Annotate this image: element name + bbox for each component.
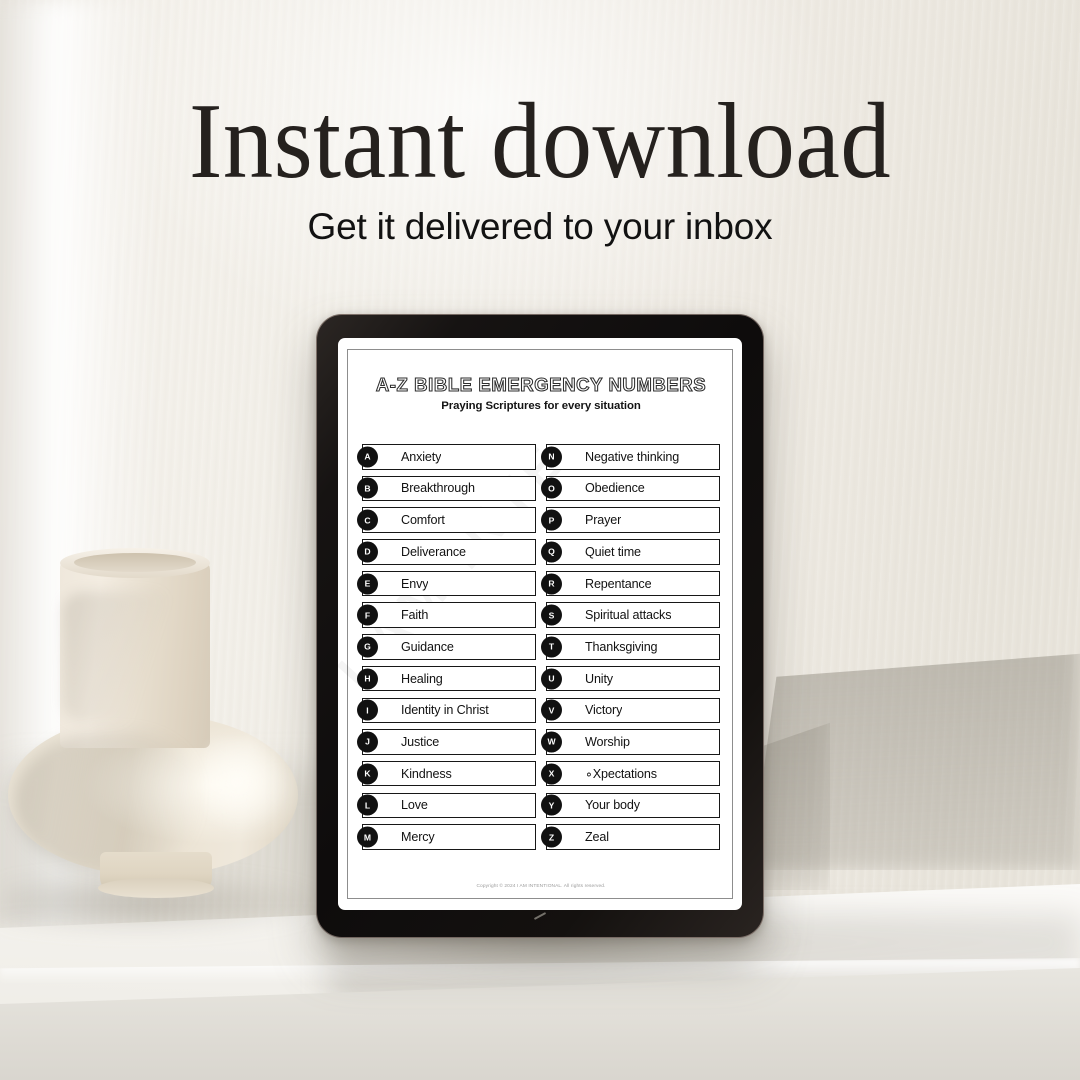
entry-label: Breakthrough bbox=[401, 481, 475, 496]
entry-row: W Worship bbox=[541, 729, 720, 755]
entry-label: Thanksgiving bbox=[585, 639, 658, 654]
letter-badge: A bbox=[357, 446, 378, 468]
entry-label: Healing bbox=[401, 671, 443, 686]
ceramic-vase bbox=[2, 548, 332, 934]
entry-label: Obedience bbox=[585, 481, 645, 496]
entry-label: Your body bbox=[585, 798, 640, 813]
document-subtitle: Praying Scriptures for every situation bbox=[441, 400, 641, 412]
letter-badge: X bbox=[541, 763, 562, 785]
entry-label: ∘Xpectations bbox=[585, 767, 657, 782]
entry-label: Justice bbox=[401, 734, 440, 749]
entry-row: D Deliverance bbox=[357, 539, 536, 565]
entry-row: G Guidance bbox=[357, 634, 536, 660]
copyright-note: Copyright © 2024 I AM INTENTIONAL. All r… bbox=[476, 884, 606, 889]
entry-row: B Breakthrough bbox=[357, 475, 536, 502]
page-title: Instant download bbox=[188, 82, 892, 201]
letter-badge: F bbox=[357, 604, 378, 626]
letter-badge: H bbox=[357, 668, 378, 690]
vase-foot-base bbox=[98, 878, 214, 898]
entry-row: L Love bbox=[357, 792, 536, 819]
entry-label: Negative thinking bbox=[585, 449, 680, 464]
left-column: A Anxiety B Breakthrough C Comfort D Deliveranc… bbox=[357, 444, 536, 850]
letter-badge: B bbox=[357, 477, 378, 499]
entry-label: Mercy bbox=[401, 830, 435, 844]
entry-row: E Envy bbox=[357, 570, 536, 597]
entry-row: M Mercy bbox=[357, 824, 536, 850]
entry-row: Y Your body bbox=[541, 792, 720, 819]
entry-row: U Unity bbox=[541, 665, 720, 692]
letter-badge: Z bbox=[541, 826, 562, 848]
letter-badge: Y bbox=[541, 794, 562, 816]
entry-label: Victory bbox=[585, 703, 623, 718]
entry-label: Spiritual attacks bbox=[585, 608, 672, 623]
letter-badge: P bbox=[541, 509, 562, 531]
entry-row: Z Zeal bbox=[541, 824, 720, 850]
entry-row: H Healing bbox=[357, 665, 536, 692]
tablet-device: I AM INTENTIONAL A-Z BIBLE EMERGENCY NUM… bbox=[316, 314, 764, 938]
entry-row: K Kindness bbox=[357, 760, 536, 787]
entry-label: Unity bbox=[585, 671, 613, 686]
printable-page: I AM INTENTIONAL A-Z BIBLE EMERGENCY NUM… bbox=[338, 349, 742, 899]
letter-badge: D bbox=[357, 541, 378, 563]
entry-label: Repentance bbox=[585, 576, 652, 591]
entry-row: F Faith bbox=[357, 602, 536, 628]
vase-body-shading bbox=[14, 732, 199, 872]
entry-label: Comfort bbox=[401, 513, 445, 528]
entry-row: C Comfort bbox=[357, 507, 536, 533]
entry-row: V Victory bbox=[541, 697, 720, 723]
entry-columns: A Anxiety B Breakthrough C Comfort D Deliveranc… bbox=[357, 444, 720, 850]
letter-badge: Q bbox=[541, 541, 562, 563]
page-subtitle: Get it delivered to your inbox bbox=[307, 206, 773, 247]
entry-row: A Anxiety bbox=[357, 444, 536, 470]
letter-badge: T bbox=[541, 636, 562, 658]
entry-label: Deliverance bbox=[401, 544, 466, 559]
vase-neck-shading bbox=[63, 592, 173, 722]
letter-badge: C bbox=[357, 509, 378, 531]
entry-label: Identity in Christ bbox=[401, 703, 489, 718]
entry-row: N Negative thinking bbox=[541, 444, 720, 470]
letter-badge: R bbox=[541, 573, 562, 594]
right-column: N Negative thinking O Obedience P Prayer Q Quie… bbox=[541, 444, 720, 850]
letter-badge: N bbox=[541, 446, 562, 468]
letter-badge: G bbox=[357, 636, 378, 658]
letter-badge: O bbox=[541, 477, 562, 499]
tablet-screen[interactable]: I AM INTENTIONAL A-Z BIBLE EMERGENCY NUM… bbox=[338, 338, 742, 910]
letter-badge: S bbox=[541, 604, 562, 626]
entry-row: O Obedience bbox=[541, 475, 720, 502]
letter-badge: J bbox=[357, 731, 378, 753]
entry-label: Zeal bbox=[585, 830, 609, 844]
letter-badge: U bbox=[541, 668, 562, 690]
entry-row: S Spiritual attacks bbox=[541, 602, 720, 628]
entry-row: I Identity in Christ bbox=[357, 697, 536, 723]
entry-label: Worship bbox=[585, 734, 630, 749]
entry-row: X ∘Xpectations bbox=[541, 760, 720, 787]
entry-row: R Repentance bbox=[541, 570, 720, 597]
letter-badge: L bbox=[357, 794, 378, 816]
entry-label: Love bbox=[401, 798, 428, 813]
vase-highlight bbox=[204, 738, 290, 834]
home-indicator bbox=[533, 912, 547, 920]
entry-label: Guidance bbox=[401, 639, 454, 654]
letter-badge: M bbox=[357, 826, 378, 848]
entry-label: Prayer bbox=[585, 513, 622, 528]
letter-badge: V bbox=[541, 699, 562, 721]
document-title: A-Z BIBLE EMERGENCY NUMBERS bbox=[375, 373, 707, 395]
entry-row: Q Quiet time bbox=[541, 539, 720, 565]
entry-label: Kindness bbox=[401, 766, 452, 781]
entry-row: P Prayer bbox=[541, 507, 720, 533]
letter-badge: W bbox=[541, 731, 562, 753]
product-mockup-scene: Instant download Get it delivered to you… bbox=[0, 0, 1080, 1080]
letter-badge: E bbox=[357, 573, 378, 594]
vase-opening bbox=[74, 553, 196, 572]
entry-label: Faith bbox=[401, 608, 429, 623]
entry-label: Envy bbox=[401, 576, 429, 591]
entry-label: Anxiety bbox=[401, 449, 442, 464]
entry-label: Quiet time bbox=[585, 544, 641, 559]
letter-badge: K bbox=[357, 763, 378, 785]
entry-row: J Justice bbox=[357, 729, 536, 755]
entry-row: T Thanksgiving bbox=[541, 634, 720, 660]
letter-badge: I bbox=[357, 699, 378, 721]
